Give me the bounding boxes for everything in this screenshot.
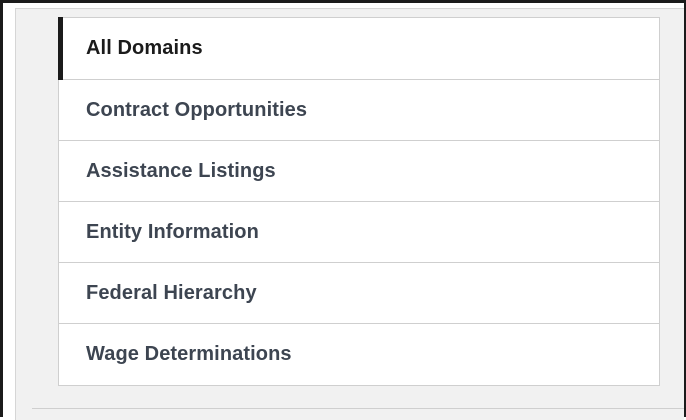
domain-item-all-domains[interactable]: All Domains <box>58 17 659 80</box>
domain-item-label: Wage Determinations <box>86 343 292 365</box>
domain-item-entity-information[interactable]: Entity Information <box>59 202 659 263</box>
window-frame: All Domains Contract Opportunities Assis… <box>0 0 686 420</box>
domain-filter-panel: All Domains Contract Opportunities Assis… <box>15 8 684 420</box>
domain-item-assistance-listings[interactable]: Assistance Listings <box>59 141 659 202</box>
domain-item-label: Contract Opportunities <box>86 98 308 121</box>
panel-divider <box>32 408 684 420</box>
domain-item-label: All Domains <box>86 37 203 59</box>
domain-item-wage-determinations[interactable]: Wage Determinations <box>59 324 659 385</box>
domain-item-contract-opportunities[interactable]: Contract Opportunities <box>59 80 659 141</box>
domain-item-label: Entity Information <box>86 220 259 243</box>
domain-item-federal-hierarchy[interactable]: Federal Hierarchy <box>59 263 659 324</box>
domain-list: All Domains Contract Opportunities Assis… <box>58 17 660 386</box>
domain-item-label: Assistance Listings <box>86 159 276 182</box>
domain-item-label: Federal Hierarchy <box>86 281 257 304</box>
